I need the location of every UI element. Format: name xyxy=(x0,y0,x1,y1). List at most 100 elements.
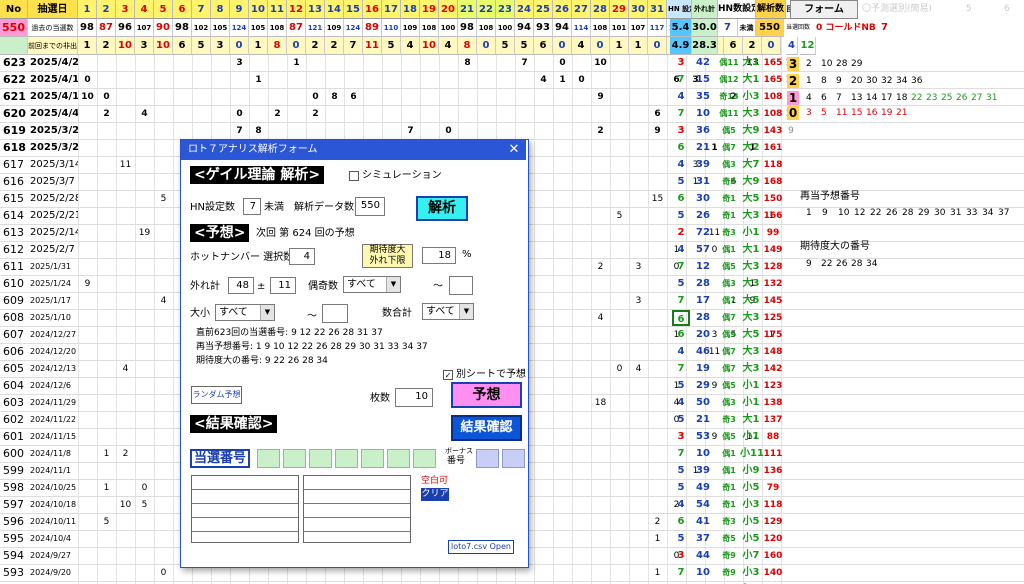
hn-unit: 未満 xyxy=(738,19,756,37)
expect-btn-line1: 期待度大 xyxy=(369,245,406,255)
hn-count[interactable]: 7 xyxy=(672,565,690,581)
bonus-input-2[interactable] xyxy=(502,449,525,468)
round-number: 620 xyxy=(3,107,26,120)
hn-setting-value: 7 xyxy=(718,19,738,37)
gap-cell: 2 xyxy=(312,109,319,119)
hn-count[interactable]: 4 xyxy=(672,344,690,360)
hn-count[interactable]: 5 xyxy=(672,412,690,428)
even-odd: 偶7 xyxy=(722,313,736,322)
hn-count[interactable]: 7 xyxy=(672,293,690,309)
hn-count[interactable]: 6 xyxy=(672,191,690,207)
winning-input-6[interactable] xyxy=(387,449,410,468)
bonus-input-1[interactable] xyxy=(476,449,499,468)
result-check-button[interactable]: 結果確認 xyxy=(451,415,522,441)
form-button[interactable]: フォーム xyxy=(790,0,858,19)
stat-d: 28.3 xyxy=(692,37,718,55)
winning-input-5[interactable] xyxy=(361,449,384,468)
clear-button[interactable]: クリア xyxy=(421,488,449,501)
count-input[interactable]: 10 xyxy=(395,388,433,407)
size: 大3 xyxy=(742,346,760,357)
expect-number: 9 xyxy=(806,259,812,269)
result-list-left[interactable] xyxy=(191,475,299,543)
hn-count[interactable]: 7 xyxy=(672,446,690,462)
stat-c: 4.9 xyxy=(670,37,692,55)
result-list-right[interactable] xyxy=(303,475,411,543)
evenodd-max-input[interactable] xyxy=(449,276,473,295)
hn-count[interactable]: 4 xyxy=(672,395,690,411)
table-row: 619 2025/3/28 7 8 7 0 2 9 9 3 36 偶5 大9143 xyxy=(0,123,1024,140)
miss-range-input[interactable]: 11 xyxy=(270,277,296,294)
round-number: 610 xyxy=(3,277,24,290)
evenodd-select[interactable]: すべて ▼ xyxy=(343,276,401,293)
hn-count[interactable]: 5 xyxy=(672,531,690,547)
draw-date: 2024/12/20 xyxy=(30,347,77,356)
random-predict-button[interactable]: ランダム予想 xyxy=(191,386,242,404)
analyze-button[interactable]: 解析 xyxy=(416,196,468,221)
round-number: 613 xyxy=(3,226,24,239)
round-number: 603 xyxy=(3,396,24,409)
miss-total: 26 xyxy=(696,210,710,221)
sum: 99 xyxy=(766,228,780,238)
hn-count[interactable]: 2 xyxy=(672,225,690,241)
tilde-label: ～ xyxy=(433,281,443,292)
hn-count[interactable]: 7 xyxy=(672,106,690,122)
draw-date: 2024/10/11 xyxy=(30,517,77,526)
hn-count[interactable]: 4 xyxy=(672,497,690,513)
hn-count[interactable]: 7 xyxy=(672,259,690,275)
hn-count[interactable]: 6 xyxy=(672,514,690,530)
hn-count[interactable]: 5 xyxy=(672,174,690,190)
hn-count[interactable]: 4 xyxy=(672,89,690,105)
evenodd-value: すべて xyxy=(347,279,376,290)
gap-cell: 2 xyxy=(274,109,281,119)
expect-lower-input[interactable]: 18 xyxy=(422,247,456,264)
hn-count[interactable]: 5 xyxy=(672,378,690,394)
winning-input-7[interactable] xyxy=(413,449,436,468)
winning-input-4[interactable] xyxy=(335,449,358,468)
hn-setting-input[interactable]: 7 xyxy=(243,198,261,215)
size: 大1 xyxy=(742,74,760,85)
size-max-input[interactable] xyxy=(322,304,348,323)
gap-cell: 11 xyxy=(119,160,132,170)
hn-count[interactable]: 6 xyxy=(672,140,690,156)
predict-button[interactable]: 予想 xyxy=(451,382,522,408)
expect-lower-button[interactable]: 期待度大 外れ下限 xyxy=(362,244,413,268)
hn-count[interactable]: 6 xyxy=(672,327,690,343)
winning-input-3[interactable] xyxy=(309,449,332,468)
hn-count[interactable]: 3 xyxy=(672,55,690,71)
chevron-down-icon: ▼ xyxy=(459,304,473,319)
csv-open-button[interactable]: loto7.csv Open xyxy=(448,540,514,554)
miss-total: 15 xyxy=(696,74,710,85)
col-header-date: 抽選日 xyxy=(28,0,78,19)
hn-count[interactable]: 7 xyxy=(672,361,690,377)
side-number: 30 xyxy=(866,76,878,86)
evenodd-label: 偶奇数 xyxy=(308,281,338,292)
hn-count[interactable]: 7 xyxy=(672,72,690,88)
expect-label: 期待度大の番号 xyxy=(800,241,870,252)
data-count-input[interactable]: 550 xyxy=(355,197,385,216)
sum: 137 xyxy=(763,415,783,425)
draw-date: 2024/12/27 xyxy=(30,330,77,339)
hn-count[interactable]: 3 xyxy=(672,548,690,564)
even-odd: 偶5 xyxy=(722,381,736,390)
hn-count[interactable]: 3 xyxy=(672,123,690,139)
miss-total-input[interactable]: 48 xyxy=(228,277,254,294)
hn-count[interactable]: 4 xyxy=(672,157,690,173)
hn-count[interactable]: 6 xyxy=(672,310,690,326)
hn-count[interactable]: 4 xyxy=(672,242,690,258)
miss-total: 21 xyxy=(696,142,710,153)
sum-select[interactable]: すべて ▼ xyxy=(422,303,474,320)
hn-count[interactable]: 5 xyxy=(672,480,690,496)
repeat-number: 29 xyxy=(918,208,930,218)
winning-input-2[interactable] xyxy=(283,449,306,468)
size: 小5 xyxy=(742,533,760,544)
winning-input-1[interactable] xyxy=(257,449,280,468)
separate-sheet-checkbox[interactable]: ✓ xyxy=(443,370,453,380)
hn-count[interactable]: 5 xyxy=(672,276,690,292)
close-icon[interactable]: ✕ xyxy=(506,140,522,160)
hn-count[interactable]: 3 xyxy=(672,429,690,445)
hn-count[interactable]: 5 xyxy=(672,208,690,224)
hn-count[interactable]: 5 xyxy=(672,463,690,479)
simulation-checkbox[interactable] xyxy=(349,171,359,181)
size-select[interactable]: すべて ▼ xyxy=(215,304,275,321)
hot-number-input[interactable]: 4 xyxy=(289,248,315,265)
